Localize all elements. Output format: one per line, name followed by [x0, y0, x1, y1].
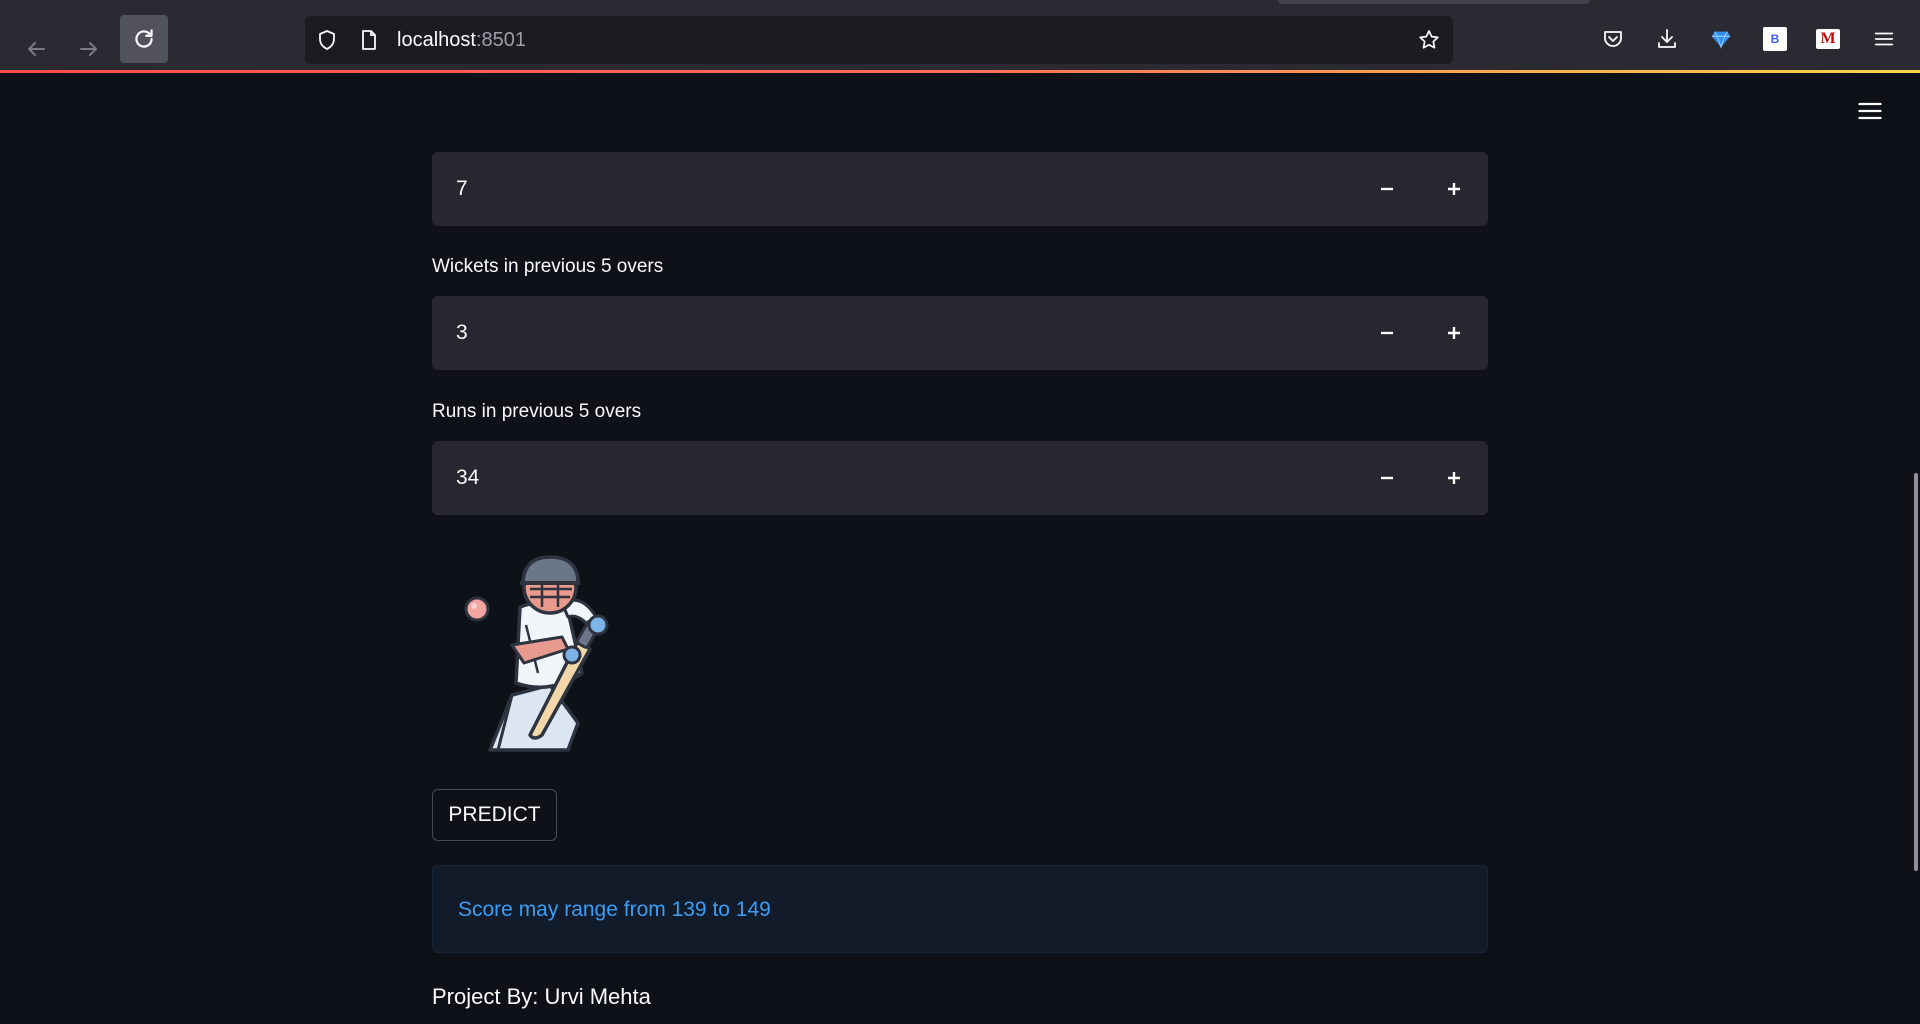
page-icon[interactable]: [357, 28, 381, 52]
tab-strip: [0, 0, 1920, 10]
plus-icon: [1447, 183, 1460, 195]
cricket-batsman-image: [464, 555, 609, 752]
number-input-wickets[interactable]: 3: [432, 296, 1488, 370]
back-button[interactable]: [12, 25, 60, 73]
increment-button[interactable]: [1420, 441, 1487, 515]
forward-arrow-icon: [80, 42, 97, 56]
increment-button[interactable]: [1420, 152, 1487, 226]
app-view: 7 Wickets in previous 5 overs 3 Runs in …: [0, 73, 1920, 1024]
number-input-overs[interactable]: 7: [432, 152, 1488, 226]
m-extension-button[interactable]: M: [1816, 27, 1840, 51]
shield-icon[interactable]: [315, 28, 339, 52]
url-bar[interactable]: localhost:8501: [305, 16, 1453, 64]
prediction-result-alert: Score may range from 139 to 149: [432, 865, 1488, 953]
b-extension-label: B: [1763, 27, 1787, 51]
b-extension-button[interactable]: B: [1763, 27, 1787, 51]
number-input-runs[interactable]: 34: [432, 441, 1488, 515]
hamburger-icon: [1858, 102, 1882, 120]
plus-icon: [1447, 327, 1460, 339]
stepper-buttons: [1353, 441, 1488, 515]
gem-extension-button[interactable]: [1709, 27, 1733, 51]
runs-label: Runs in previous 5 overs: [432, 401, 642, 422]
browser-tab[interactable]: [1278, 0, 1590, 4]
scrollbar-thumb[interactable]: [1914, 473, 1918, 871]
app-menu-button[interactable]: [1856, 97, 1884, 125]
browser-toolbar: localhost:8501: [0, 10, 1920, 72]
stepper-buttons: [1353, 152, 1488, 226]
decrement-button[interactable]: [1353, 441, 1420, 515]
number-input-value[interactable]: 3: [456, 296, 468, 370]
increment-button[interactable]: [1420, 296, 1487, 370]
plus-icon: [1447, 472, 1460, 484]
minus-icon: [1380, 331, 1393, 335]
pocket-button[interactable]: [1601, 27, 1625, 51]
predict-button[interactable]: PREDICT: [432, 789, 557, 841]
reload-icon: [135, 29, 153, 48]
reload-button[interactable]: [120, 15, 168, 63]
menu-icon: [1874, 32, 1894, 46]
downloads-button[interactable]: [1655, 27, 1679, 51]
star-icon[interactable]: [1417, 28, 1441, 52]
number-input-value[interactable]: 7: [456, 152, 468, 226]
prediction-result-text: Score may range from 139 to 149: [458, 898, 771, 921]
download-icon: [1658, 29, 1676, 48]
project-credit: Project By: Urvi Mehta: [432, 984, 651, 1009]
decrement-button[interactable]: [1353, 296, 1420, 370]
browser-menu-button[interactable]: [1872, 27, 1896, 51]
number-input-value[interactable]: 34: [456, 441, 479, 515]
stepper-buttons: [1353, 296, 1488, 370]
url-text[interactable]: localhost:8501: [397, 16, 526, 64]
minus-icon: [1380, 476, 1393, 480]
forward-button[interactable]: [65, 25, 113, 73]
browser-chrome: localhost:8501 B M: [0, 0, 1920, 73]
wickets-label: Wickets in previous 5 overs: [432, 256, 664, 277]
url-port: :8501: [475, 29, 526, 51]
minus-icon: [1380, 187, 1393, 191]
gem-icon: [1711, 31, 1731, 49]
url-host: localhost: [397, 29, 476, 51]
m-extension-label: M: [1816, 29, 1840, 49]
decrement-button[interactable]: [1353, 152, 1420, 226]
pocket-icon: [1604, 31, 1622, 47]
back-arrow-icon: [28, 42, 45, 56]
